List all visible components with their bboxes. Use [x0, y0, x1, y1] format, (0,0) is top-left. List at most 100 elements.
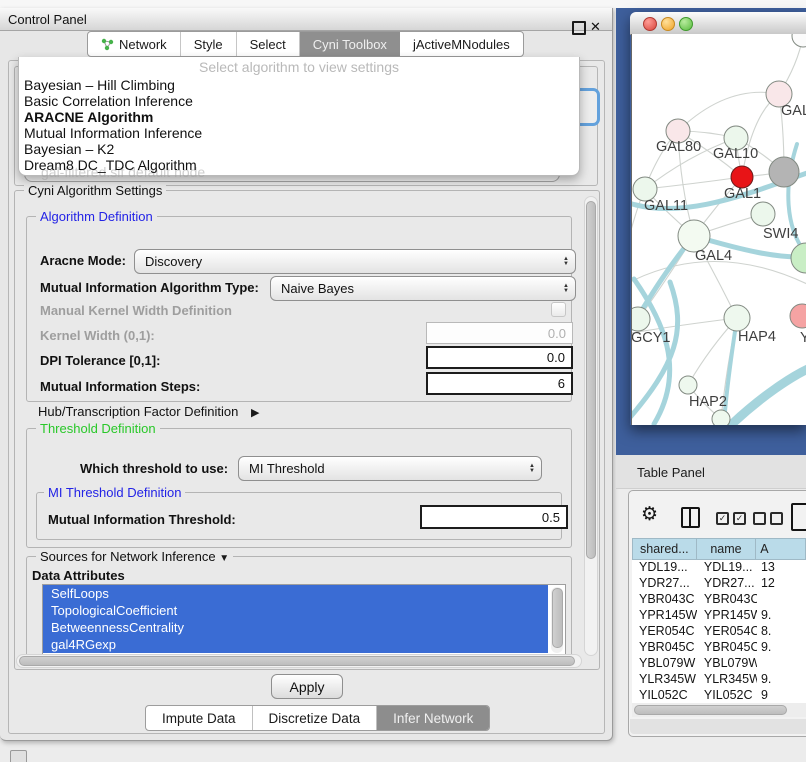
combo-arrows-icon: ▲▼ [563, 257, 569, 267]
float-window-icon[interactable] [572, 21, 586, 35]
deselect-all-icon[interactable] [753, 512, 783, 525]
table-cell: YDL19... [632, 560, 697, 576]
node-label: Y [800, 330, 806, 346]
table-row[interactable]: YDR27...YDR27...12 [632, 576, 806, 592]
settings-vertical-scrollbar[interactable] [584, 196, 598, 656]
table-row[interactable]: YLR345WYLR345W9. [632, 672, 806, 688]
table-row[interactable]: YIL052CYIL052C9 [632, 688, 806, 703]
network-node[interactable] [712, 410, 730, 425]
close-traffic-light-icon[interactable] [643, 17, 657, 31]
settings-horizontal-scrollbar[interactable] [16, 654, 582, 668]
list-scrollbar[interactable] [551, 587, 563, 653]
table-cell: YBR045C [632, 640, 697, 656]
table-cell: YLR345W [697, 672, 757, 688]
attribute-item[interactable]: TopologicalCoefficient [43, 602, 548, 619]
network-edge [632, 282, 678, 422]
attribute-item[interactable]: SelfLoops [43, 585, 548, 602]
zoom-traffic-light-icon[interactable] [679, 17, 693, 31]
mi-steps-field[interactable]: 6 [426, 372, 573, 395]
attribute-item[interactable]: gal4RGexp [43, 636, 548, 653]
network-node-swi4[interactable] [751, 202, 775, 226]
algorithm-option[interactable]: ARACNE Algorithm [19, 109, 579, 125]
close-icon[interactable]: ✕ [590, 19, 601, 35]
algorithm-option[interactable]: Dream8 DC_TDC Algorithm [19, 157, 579, 173]
network-canvas[interactable]: GALGAL80GAL10GAL1GAL11SWI4GAL4GCY1HAP4YH… [631, 34, 806, 425]
manual-kernel-label: Manual Kernel Width Definition [40, 303, 232, 318]
table-cell: YBR043C [632, 592, 697, 608]
tab-style[interactable]: Style [181, 32, 237, 56]
tab-select[interactable]: Select [237, 32, 300, 56]
table-cell: YLR345W [632, 672, 697, 688]
network-edge [678, 92, 779, 131]
node-label: HAP4 [738, 329, 776, 345]
hub-definition-label: Hub/Transcription Factor Definition [38, 404, 238, 419]
algorithm-option[interactable]: Bayesian – K2 [19, 141, 579, 157]
mi-algorithm-type-value: Naive Bayes [281, 281, 354, 296]
table-row[interactable]: YDL19...YDL19...13 [632, 560, 806, 576]
table-horizontal-scrollbar[interactable] [632, 703, 806, 717]
combo-arrows-icon: ▲▼ [563, 284, 569, 294]
mi-algorithm-type-combo[interactable]: Naive Bayes ▲▼ [270, 276, 576, 301]
bottom-tab-infer-network[interactable]: Infer Network [377, 706, 489, 730]
tab-network[interactable]: Network [88, 32, 181, 56]
table-row[interactable]: YBL079WYBL079W [632, 656, 806, 672]
network-node[interactable] [792, 34, 806, 47]
expand-right-icon: ▶ [251, 407, 259, 419]
algorithm-option[interactable]: Bayesian – Hill Climbing [19, 77, 579, 93]
mi-threshold-field[interactable]: 0.5 [420, 505, 568, 529]
top-strip [0, 0, 806, 8]
minimize-traffic-light-icon[interactable] [661, 17, 675, 31]
gear-icon[interactable]: ⚙ [641, 503, 658, 526]
algorithm-placeholder: Select algorithm to view settings [19, 57, 579, 77]
network-node-hap4[interactable] [724, 305, 750, 331]
network-node[interactable] [769, 157, 799, 187]
network-node-y[interactable] [790, 304, 806, 328]
tab-jactivemnodules[interactable]: jActiveMNodules [400, 32, 523, 56]
table-row[interactable]: YBR043CYBR043C [632, 592, 806, 608]
table-row[interactable]: YPR145WYPR145W9. [632, 608, 806, 624]
file-icon[interactable] [791, 503, 806, 531]
dpi-tolerance-field[interactable]: 0.0 [426, 346, 573, 369]
select-all-icon[interactable]: ✓✓ [716, 512, 746, 525]
table-cell: YER054C [697, 624, 757, 640]
aracne-mode-combo[interactable]: Discovery ▲▼ [134, 249, 576, 274]
column-header-2[interactable]: name [697, 538, 757, 560]
apply-button[interactable]: Apply [271, 674, 343, 699]
network-node-gcy1[interactable] [632, 307, 650, 331]
algorithm-option[interactable]: Basic Correlation Inference [19, 93, 579, 109]
sources-title: Sources for Network Inference [40, 549, 216, 564]
tab-label: jActiveMNodules [413, 37, 510, 52]
manual-kernel-checkbox[interactable] [551, 302, 566, 317]
sources-expander[interactable]: Sources for Network Inference ▼ [36, 549, 233, 564]
tab-label: Cyni Toolbox [313, 37, 387, 52]
column-header-1[interactable]: shared... [632, 538, 697, 560]
network-node[interactable] [791, 243, 806, 273]
table-cell: YDR27... [697, 576, 757, 592]
column-manager-icon[interactable] [681, 507, 700, 528]
aracne-mode-value: Discovery [145, 254, 202, 269]
table-row[interactable]: YBR045CYBR045C9. [632, 640, 806, 656]
algorithm-option[interactable]: Mutual Information Inference [19, 125, 579, 141]
combo-arrows-icon: ▲▼ [529, 464, 535, 474]
node-label: GAL10 [713, 146, 758, 162]
tab-label: Network [119, 37, 167, 52]
node-label: SWI4 [763, 226, 798, 242]
kernel-width-field[interactable]: 0.0 [426, 322, 573, 344]
table-cell: YIL052C [697, 688, 757, 703]
bottom-tab-discretize-data[interactable]: Discretize Data [253, 706, 378, 730]
hub-definition-expander[interactable]: Hub/Transcription Factor Definition ▶ [38, 404, 259, 419]
bottom-tab-impute-data[interactable]: Impute Data [146, 706, 253, 730]
column-header-3[interactable]: A [756, 538, 806, 560]
network-node-gal1[interactable] [731, 166, 753, 188]
data-attributes-label: Data Attributes [32, 568, 125, 583]
algorithm-definition-title: Algorithm Definition [36, 209, 157, 224]
attribute-item[interactable]: BetweennessCentrality [43, 619, 548, 636]
network-node-hap2[interactable] [679, 376, 697, 394]
collapsed-panel-icon[interactable] [10, 750, 27, 762]
tab-cyni-toolbox[interactable]: Cyni Toolbox [300, 32, 400, 56]
mi-steps-label: Mutual Information Steps: [40, 379, 200, 394]
table-row[interactable]: YER054CYER054C8. [632, 624, 806, 640]
tab-label: Style [194, 37, 223, 52]
which-threshold-combo[interactable]: MI Threshold ▲▼ [238, 456, 542, 481]
table-cell: YPR145W [697, 608, 757, 624]
